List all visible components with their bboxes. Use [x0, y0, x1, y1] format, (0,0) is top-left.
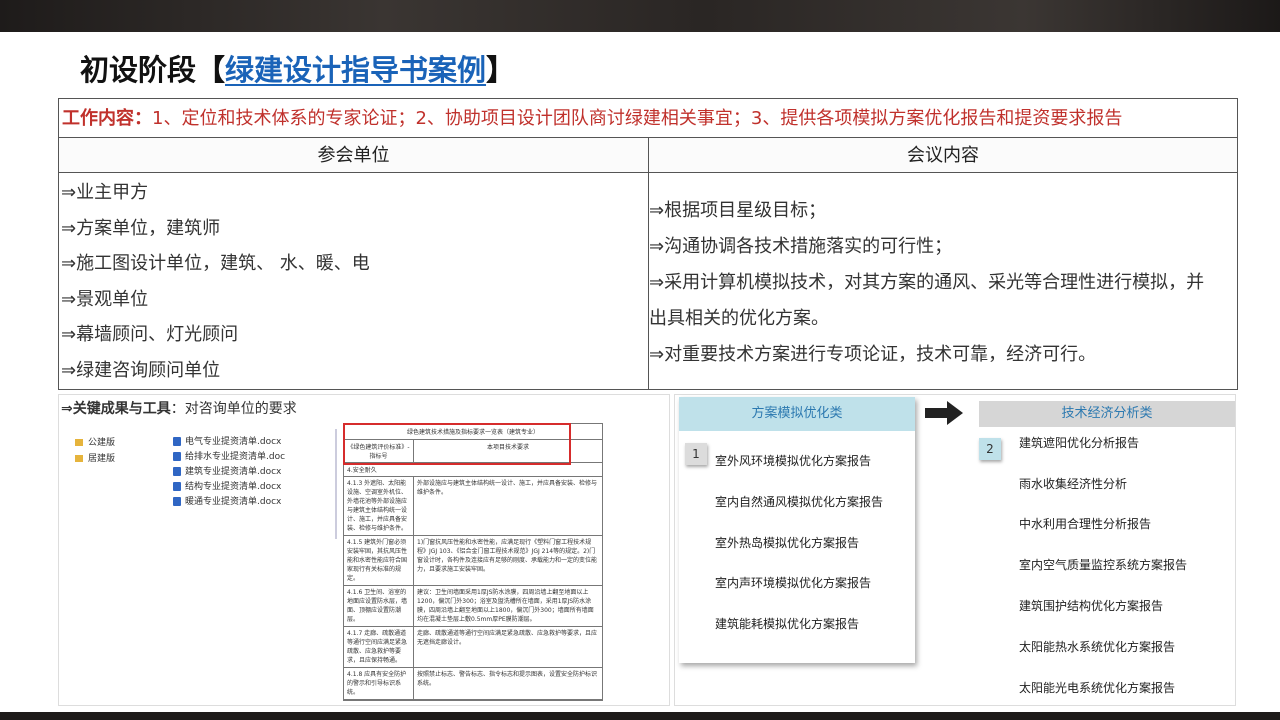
title-suffix: 】: [486, 53, 516, 87]
key-results-heading: ⇒关键成果与工具：对咨询单位的要求: [61, 398, 297, 418]
table-row: 4.1.5 建筑外门窗必须安装牢固，其抗风压性能和水密性能应符合国家现行有关标准…: [344, 536, 602, 586]
requirements-section: 4.安全耐久: [344, 463, 602, 477]
word-doc-icon: [173, 452, 181, 461]
header-participants: 参会单位: [59, 138, 649, 173]
file-item[interactable]: 给排水专业提资清单.doc: [173, 450, 285, 465]
arrow-right-icon: [925, 401, 963, 425]
table-row: 4.1.8 应具有安全防护的警示和引导标识系统。 按照禁止标志、警告标志、指令标志…: [344, 668, 602, 700]
simulation-column: 方案模拟优化类 1 室外风环境模拟优化方案报告 室内自然通风模拟优化方案报告 室…: [679, 397, 915, 663]
report-item: 室外风环境模拟优化方案报告: [715, 454, 872, 468]
table-cell: 4.1.5 建筑外门窗必须安装牢固，其抗风压性能和水密性能应符合国家现行有关标准…: [344, 536, 414, 585]
table-row: 4.1.7 走廊、疏散通道等通行空间应满足紧急疏散、应急救护等要求，且应保持畅通…: [344, 627, 602, 668]
table-cell: 4.1.7 走廊、疏散通道等通行空间应满足紧急疏散、应急救护等要求，且应保持畅通…: [344, 627, 414, 667]
top-banner: [0, 0, 1280, 32]
simulation-column-header: 方案模拟优化类: [679, 397, 915, 431]
number-badge-2: 2: [979, 438, 1001, 460]
folder-list: 公建版 居建版: [75, 435, 115, 467]
file-item[interactable]: 电气专业提资清单.docx: [173, 435, 285, 450]
folder-item[interactable]: 居建版: [75, 451, 115, 467]
word-doc-icon: [173, 467, 181, 476]
participant-item: ⇒幕墙顾问、灯光顾问: [61, 324, 239, 345]
key-results-text: ：对咨询单位的要求: [170, 401, 297, 417]
meeting-item: ⇒对重要技术方案进行专项论证，技术可靠，经济可行。: [649, 344, 1097, 365]
table-cell: 走廊、疏散通道等通行空间应满足紧急疏散、应急救护等要求，且应无遮挡走廊设计。: [417, 630, 598, 646]
participant-item: ⇒业主甲方: [61, 182, 149, 203]
title-prefix: 初设阶段【: [80, 53, 226, 87]
report-item: 室内声环境模拟优化方案报告: [715, 576, 872, 590]
word-doc-icon: [173, 497, 181, 506]
file-list: 电气专业提资清单.docx 给排水专业提资清单.doc 建筑专业提资清单.doc…: [173, 435, 285, 510]
folder-icon: [75, 455, 83, 462]
meeting-item: ⇒根据项目星级目标；: [649, 200, 827, 221]
table-cell: 4.1.8 应具有安全防护的警示和引导标识系统。: [344, 668, 414, 699]
file-item[interactable]: 暖通专业提资清单.docx: [173, 495, 285, 510]
report-item: 建筑能耗模拟优化方案报告: [715, 617, 860, 631]
key-results-panel: ⇒关键成果与工具：对咨询单位的要求 公建版 居建版 电气专业提资清单.docx …: [58, 394, 670, 706]
table-cell: 1)门窗抗风压性能和水密性能，应满足现行《塑料门窗工程技术规程》JGJ 103、…: [417, 539, 598, 573]
work-content-row: 工作内容：1、定位和技术体系的专家论证；2、协助项目设计团队商讨绿建相关事宜；3…: [59, 99, 1237, 138]
report-item: 太阳能光电系统优化方案报告: [1019, 681, 1176, 695]
file-name: 电气专业提资清单.docx: [185, 437, 282, 447]
file-name: 建筑专业提资清单.docx: [185, 467, 282, 477]
economic-column: 技术经济分析类 2 建筑遮阳优化分析报告 雨水收集经济性分析 中水利用合理性分析…: [979, 401, 1235, 701]
page-title: 初设阶段【绿建设计指导书案例】: [80, 48, 515, 92]
table-cell: 按照禁止标志、警告标志、指令标志和提示图表，设置安全防护标识系统。: [417, 671, 598, 687]
table-cell: 4.1.6 卫生间、浴室的地面应设置防水层，墙面、顶棚应设置防潮层。: [344, 586, 414, 626]
header-meeting-content: 会议内容: [649, 138, 1237, 173]
participant-item: ⇒施工图设计单位，建筑、 水、暖、电: [61, 253, 370, 274]
participant-item: ⇒绿建咨询顾问单位: [61, 359, 221, 381]
economic-column-header: 技术经济分析类: [979, 401, 1235, 427]
report-item: 建筑遮阳优化分析报告: [1019, 436, 1140, 450]
report-options-panel: 方案模拟优化类 1 室外风环境模拟优化方案报告 室内自然通风模拟优化方案报告 室…: [674, 394, 1236, 706]
work-content-label: 工作内容：: [62, 108, 152, 129]
file-name: 暖通专业提资清单.docx: [185, 497, 282, 507]
meeting-item: ⇒采用计算机模拟技术，对其方案的通风、采光等合理性进行模拟，并出具相关的优化方案…: [649, 272, 1205, 329]
work-content-text: 1、定位和技术体系的专家论证；2、协助项目设计团队商讨绿建相关事宜；3、提供各项…: [152, 108, 1123, 129]
participant-item: ⇒景观单位: [61, 288, 149, 310]
folder-name: 公建版: [88, 438, 116, 448]
folder-icon: [75, 439, 83, 446]
table-cell: 4.1.3 外遮阳、太阳能设施、空调室外机位、外墙花池等外部设施应与建筑主体结构…: [344, 477, 414, 535]
file-item[interactable]: 结构专业提资清单.docx: [173, 480, 285, 495]
report-item: 室外热岛模拟优化方案报告: [715, 536, 860, 550]
report-item: 太阳能热水系统优化方案报告: [1019, 640, 1176, 654]
table-row: 4.1.6 卫生间、浴室的地面应设置防水层，墙面、顶棚应设置防潮层。 建议：卫生间…: [344, 586, 602, 627]
folder-item[interactable]: 公建版: [75, 435, 115, 451]
table-cell: 外部设施应与建筑主体结构统一设计、施工，并应具备安装、检修与维护条件。: [417, 480, 598, 496]
table-row: 4.1.3 外遮阳、太阳能设施、空调室外机位、外墙花池等外部设施应与建筑主体结构…: [344, 477, 602, 536]
word-doc-icon: [173, 437, 181, 446]
file-name: 结构专业提资清单.docx: [185, 482, 282, 492]
number-badge-1: 1: [685, 443, 707, 465]
report-item: 雨水收集经济性分析: [1019, 477, 1128, 491]
folder-name: 居建版: [88, 454, 116, 464]
report-item: 室内自然通风模拟优化方案报告: [715, 495, 884, 509]
highlight-box: [343, 423, 571, 465]
meeting-content-list: ⇒根据项目星级目标； ⇒沟通协调各技术措施落实的可行性； ⇒采用计算机模拟技术，…: [649, 173, 1237, 389]
report-item: 建筑围护结构优化方案报告: [1019, 599, 1164, 613]
meeting-item: ⇒沟通协调各技术措施落实的可行性；: [649, 236, 953, 257]
table-cell: 建议：卫生间墙面采用1厚JS防水涂膜，四周沿墙上翻至地面以上1200，偏沉门外3…: [417, 589, 594, 623]
key-results-label: ⇒关键成果与工具: [61, 401, 171, 417]
word-doc-icon: [173, 482, 181, 491]
participants-list: ⇒业主甲方 ⇒方案单位，建筑师 ⇒施工图设计单位，建筑、 水、暖、电 ⇒景观单位…: [59, 173, 649, 389]
report-item: 中水利用合理性分析报告: [1019, 517, 1152, 531]
file-item[interactable]: 建筑专业提资清单.docx: [173, 465, 285, 480]
meeting-table: 工作内容：1、定位和技术体系的专家论证；2、协助项目设计团队商讨绿建相关事宜；3…: [58, 98, 1238, 390]
file-name: 给排水专业提资清单.doc: [185, 452, 286, 462]
bottom-bar: [0, 712, 1280, 720]
report-item: 室内空气质量监控系统方案报告: [1019, 558, 1188, 572]
participant-item: ⇒方案单位，建筑师: [61, 217, 221, 239]
title-link[interactable]: 绿建设计指导书案例: [225, 53, 486, 87]
